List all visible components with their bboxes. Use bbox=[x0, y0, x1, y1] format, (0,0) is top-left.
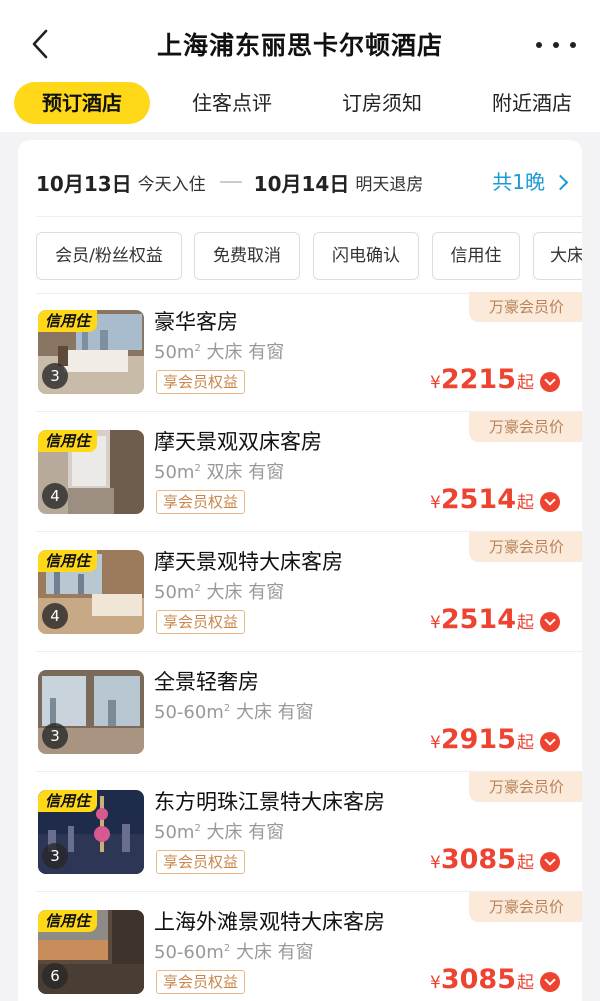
member-benefit-badge: 享会员权益 bbox=[156, 490, 246, 514]
room-photo[interactable]: 信用住 6 bbox=[38, 910, 144, 994]
tab-nearby-hotels[interactable]: 附近酒店 bbox=[472, 82, 592, 124]
room-spec: 50-60m2 大床 有窗 bbox=[154, 942, 314, 963]
photo-count: 3 bbox=[42, 843, 68, 869]
date-selector[interactable]: 10月13日 今天入住 10月14日 明天退房 bbox=[36, 162, 566, 202]
room-photo[interactable]: 3 bbox=[38, 670, 144, 754]
chevron-down-icon[interactable] bbox=[540, 611, 560, 632]
room-row[interactable]: 信用住 3 东方明珠江景特大床客房 50m2 大床 有窗 享会员权益 万豪会员价… bbox=[18, 772, 582, 892]
tab-guest-reviews[interactable]: 住客点评 bbox=[172, 82, 292, 124]
room-photo[interactable]: 信用住 4 bbox=[38, 430, 144, 514]
member-benefit-badge: 享会员权益 bbox=[156, 370, 246, 394]
room-price[interactable]: ¥3085 起 bbox=[430, 964, 560, 995]
room-price[interactable]: ¥2514 起 bbox=[430, 604, 560, 635]
room-row[interactable]: 3 全景轻奢房 50-60m2 大床 有窗 ¥2915 起 bbox=[18, 652, 582, 772]
member-price-tag: 万豪会员价 bbox=[468, 412, 582, 442]
chevron-down-icon[interactable] bbox=[540, 491, 560, 512]
credit-stay-tag: 信用住 bbox=[38, 910, 98, 932]
member-price-tag: 万豪会员价 bbox=[468, 532, 582, 562]
divider bbox=[36, 216, 582, 217]
filter-member-benefits[interactable]: 会员/粉丝权益 bbox=[36, 232, 182, 280]
member-price-tag: 万豪会员价 bbox=[468, 892, 582, 922]
room-name: 豪华客房 bbox=[154, 310, 238, 334]
member-benefit-badge: 享会员权益 bbox=[156, 850, 246, 874]
nights-count: 共1晚 bbox=[492, 170, 545, 194]
room-row[interactable]: 信用住 6 上海外滩景观特大床客房 50-60m2 大床 有窗 享会员权益 万豪… bbox=[18, 892, 582, 1001]
room-photo[interactable]: 信用住 3 bbox=[38, 790, 144, 874]
tab-book-hotel[interactable]: 预订酒店 bbox=[14, 82, 150, 124]
dot-icon bbox=[553, 42, 559, 48]
checkout-date: 10月14日 bbox=[253, 171, 350, 196]
more-options-button[interactable] bbox=[536, 30, 576, 60]
tab-bar: 预订酒店 住客点评 订房须知 附近酒店 bbox=[0, 82, 600, 126]
member-price-tag: 万豪会员价 bbox=[468, 772, 582, 802]
credit-stay-tag: 信用住 bbox=[38, 790, 98, 812]
room-name: 全景轻奢房 bbox=[154, 670, 259, 694]
member-price-tag: 万豪会员价 bbox=[468, 292, 582, 322]
room-price[interactable]: ¥2215 起 bbox=[430, 364, 560, 395]
filter-credit-stay[interactable]: 信用住 bbox=[432, 232, 520, 280]
dot-icon bbox=[570, 42, 576, 48]
room-price[interactable]: ¥2514 起 bbox=[430, 484, 560, 515]
room-row[interactable]: 信用住 3 豪华客房 50m2 大床 有窗 享会员权益 万豪会员价 ¥2215 起 bbox=[18, 292, 582, 412]
checkout-label: 明天退房 bbox=[355, 174, 424, 195]
filter-free-cancel[interactable]: 免费取消 bbox=[194, 232, 300, 280]
room-spec: 50m2 大床 有窗 bbox=[154, 582, 285, 603]
photo-count: 4 bbox=[42, 483, 68, 509]
tab-booking-notes[interactable]: 订房须知 bbox=[322, 82, 442, 124]
room-spec: 50m2 双床 有窗 bbox=[154, 462, 285, 483]
room-spec: 50m2 大床 有窗 bbox=[154, 822, 285, 843]
chevron-right-icon bbox=[552, 174, 569, 190]
photo-count: 3 bbox=[42, 723, 68, 749]
room-name: 上海外滩景观特大床客房 bbox=[154, 910, 385, 934]
date-divider bbox=[219, 181, 242, 183]
hotel-title: 上海浦东丽思卡尔顿酒店 bbox=[156, 31, 443, 60]
room-name: 摩天景观双床客房 bbox=[154, 430, 322, 454]
app-header: 上海浦东丽思卡尔顿酒店 预订酒店 住客点评 订房须知 附近酒店 bbox=[0, 0, 600, 132]
room-price[interactable]: ¥3085 起 bbox=[430, 844, 560, 875]
chevron-down-icon[interactable] bbox=[540, 371, 560, 392]
chevron-down-icon[interactable] bbox=[540, 731, 560, 752]
room-photo[interactable]: 信用住 4 bbox=[38, 550, 144, 634]
photo-count: 3 bbox=[42, 363, 68, 389]
room-photo[interactable]: 信用住 3 bbox=[38, 310, 144, 394]
member-benefit-badge: 享会员权益 bbox=[156, 610, 246, 634]
room-name: 摩天景观特大床客房 bbox=[154, 550, 343, 574]
chevron-down-icon[interactable] bbox=[540, 971, 560, 992]
room-name: 东方明珠江景特大床客房 bbox=[154, 790, 385, 814]
filter-bar: 会员/粉丝权益 免费取消 闪电确认 信用住 大床 bbox=[36, 232, 582, 280]
room-spec: 50m2 大床 有窗 bbox=[154, 342, 285, 363]
filter-instant-confirm[interactable]: 闪电确认 bbox=[313, 232, 419, 280]
room-price[interactable]: ¥2915 起 bbox=[430, 724, 560, 755]
credit-stay-tag: 信用住 bbox=[38, 310, 98, 332]
filter-big-bed[interactable]: 大床 bbox=[533, 232, 582, 280]
nights-button[interactable]: 共1晚 bbox=[492, 162, 569, 202]
room-spec: 50-60m2 大床 有窗 bbox=[154, 702, 314, 723]
dot-icon bbox=[536, 42, 542, 48]
chevron-down-icon[interactable] bbox=[540, 851, 560, 872]
credit-stay-tag: 信用住 bbox=[38, 430, 98, 452]
checkin-label: 今天入住 bbox=[137, 174, 206, 195]
checkin-date: 10月13日 bbox=[36, 171, 132, 196]
photo-count: 4 bbox=[42, 603, 68, 629]
room-list-card: 10月13日 今天入住 10月14日 明天退房 共1晚 会员/粉丝权益 免费取消… bbox=[18, 140, 582, 1001]
room-row[interactable]: 信用住 4 摩天景观双床客房 50m2 双床 有窗 享会员权益 万豪会员价 ¥2… bbox=[18, 412, 582, 532]
member-benefit-badge: 享会员权益 bbox=[156, 970, 246, 994]
credit-stay-tag: 信用住 bbox=[38, 550, 98, 572]
room-row[interactable]: 信用住 4 摩天景观特大床客房 50m2 大床 有窗 享会员权益 万豪会员价 ¥… bbox=[18, 532, 582, 652]
photo-count: 6 bbox=[42, 963, 68, 989]
